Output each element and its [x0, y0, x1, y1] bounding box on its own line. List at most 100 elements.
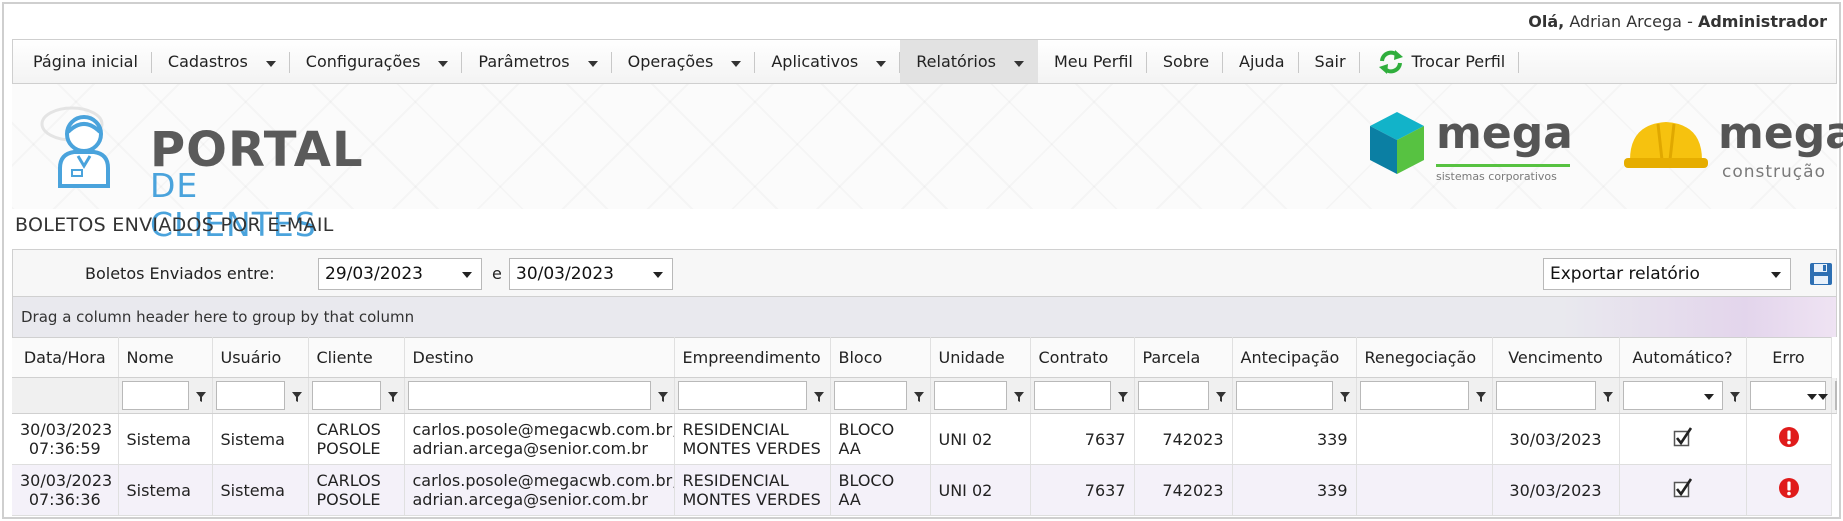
error-icon[interactable] [1778, 477, 1800, 499]
col-header-unidade[interactable]: Unidade [930, 337, 1031, 378]
menu-item-configuracoes[interactable]: Configurações [290, 40, 463, 83]
filter-input[interactable] [1033, 381, 1111, 410]
col-header-contrato[interactable]: Contrato [1030, 337, 1135, 378]
filter-icon[interactable] [1215, 392, 1226, 402]
filter-input[interactable] [1495, 381, 1596, 410]
filter-input[interactable] [1235, 381, 1333, 410]
col-header-datahora[interactable]: Data/Hora [12, 337, 119, 378]
filter-icon[interactable] [1339, 392, 1350, 402]
cell-renegociacao [1356, 464, 1493, 516]
boletos-grid: Data/Hora Nome Usuário Cliente Destino E… [12, 337, 1837, 516]
date-to-select[interactable]: 30/03/2023 [509, 258, 673, 290]
col-header-bloco[interactable]: Bloco [830, 337, 931, 378]
menu-item-ajuda[interactable]: Ajuda [1223, 40, 1299, 83]
mega-brand-name: mega [1718, 108, 1843, 159]
col-header-antecipacao[interactable]: Antecipação [1232, 337, 1357, 378]
filter-icon[interactable] [1475, 392, 1486, 402]
filter-icon[interactable] [1729, 392, 1740, 402]
date-from-select[interactable]: 29/03/2023 [318, 258, 482, 290]
mega-cube-icon [1370, 112, 1424, 174]
table-row[interactable]: 30/03/2023 07:36:59 Sistema Sistema CARLO… [12, 413, 1837, 465]
col-header-nome[interactable]: Nome [118, 337, 213, 378]
col-header-usuario[interactable]: Usuário [212, 337, 309, 378]
chevron-down-icon [731, 60, 742, 67]
filter-icon[interactable] [1013, 392, 1024, 402]
chevron-down-icon [1703, 394, 1714, 400]
col-header-empreendimento[interactable]: Empreendimento [674, 337, 831, 378]
filter-bar: Boletos Enviados entre: 29/03/2023 e 30/… [12, 249, 1837, 297]
cell-parcela: 742023 [1134, 413, 1233, 465]
cell-emp-line1: RESIDENCIAL [682, 420, 789, 439]
error-icon[interactable] [1778, 426, 1800, 448]
filter-date-select[interactable] [1622, 381, 1723, 410]
chevron-down-icon [265, 60, 276, 67]
menu-item-meu-perfil[interactable]: Meu Perfil [1038, 40, 1147, 83]
filter-input[interactable] [677, 381, 807, 410]
filter-icon[interactable] [1602, 392, 1613, 402]
table-row[interactable]: 30/03/2023 07:36:36 Sistema Sistema CARLO… [12, 464, 1837, 516]
menu-label: Parâmetros [478, 52, 570, 71]
cell-date: 30/03/2023 [20, 471, 113, 490]
filter-icon[interactable] [195, 392, 206, 402]
col-header-cliente[interactable]: Cliente [308, 337, 405, 378]
cell-cliente: CARLOS POSOLE [308, 413, 405, 465]
menu-item-operacoes[interactable]: Operações [612, 40, 756, 83]
filter-input[interactable] [933, 381, 1007, 410]
checkbox-checked-icon [1673, 427, 1692, 447]
filter-select[interactable] [1817, 380, 1837, 410]
date-range-label: Boletos Enviados entre: [85, 264, 275, 283]
cell-datahora: 30/03/2023 07:36:59 [12, 413, 119, 465]
menu-label: Operações [627, 52, 714, 71]
refresh-icon [1378, 49, 1403, 74]
menu-label: Aplicativos [771, 52, 859, 71]
cell-cliente-line2: POSOLE [316, 490, 381, 509]
cell-destino: carlos.posole@megacwb.com.br, adrian.arce… [404, 413, 675, 465]
menu-item-trocar-perfil[interactable]: Trocar Perfil [1360, 40, 1520, 83]
filter-input[interactable] [833, 381, 907, 410]
menu-item-sobre[interactable]: Sobre [1147, 40, 1224, 83]
col-header-destino[interactable]: Destino [404, 337, 675, 378]
menu-item-parametros[interactable]: Parâmetros [462, 40, 612, 83]
col-header-automatico[interactable]: Automático? [1619, 337, 1747, 378]
greeting-prefix: Olá, [1528, 12, 1565, 31]
menu-item-cadastros[interactable]: Cadastros [152, 40, 290, 83]
filter-select[interactable] [1749, 381, 1826, 410]
menu-item-sair[interactable]: Sair [1299, 40, 1360, 83]
col-header-erro[interactable]: Erro [1746, 337, 1832, 378]
cell-antecipacao: 339 [1232, 413, 1357, 465]
chevron-down-icon [653, 272, 663, 278]
filter-icon[interactable] [291, 392, 302, 402]
user-name: Adrian Arcega [1569, 12, 1682, 31]
filter-input[interactable] [215, 381, 285, 410]
cell-unidade: UNI 02 [930, 413, 1031, 465]
portal-clientes-logo: PORTAL DE CLIENTES [32, 102, 363, 244]
chevron-down-icon [462, 272, 472, 278]
filter-input[interactable] [407, 381, 651, 410]
col-header-vencimento[interactable]: Vencimento [1492, 337, 1620, 378]
filter-input[interactable] [1137, 381, 1209, 410]
filter-input[interactable] [121, 381, 189, 410]
col-header-renegociacao[interactable]: Renegociação [1356, 337, 1493, 378]
cell-datahora: 30/03/2023 07:36:36 [12, 464, 119, 516]
group-by-panel[interactable]: Drag a column header here to group by th… [12, 297, 1837, 337]
filter-icon[interactable] [387, 392, 398, 402]
cell-cliente: CARLOS POSOLE [308, 464, 405, 516]
portal-user-icon [40, 106, 110, 188]
filter-icon[interactable] [657, 392, 668, 402]
mega-underline [1436, 164, 1570, 167]
filter-icon[interactable] [1117, 392, 1128, 402]
cell-renegociacao [1356, 413, 1493, 465]
menu-item-pagina-inicial[interactable]: Página inicial [17, 40, 152, 83]
filter-input[interactable] [1359, 381, 1469, 410]
menu-item-aplicativos[interactable]: Aplicativos [755, 40, 901, 83]
save-icon[interactable] [1809, 262, 1833, 286]
export-report-select[interactable]: Exportar relatório [1543, 258, 1791, 290]
filter-icon[interactable] [813, 392, 824, 402]
header-row: Data/Hora Nome Usuário Cliente Destino E… [12, 337, 1837, 378]
cell-usuario: Sistema [212, 464, 309, 516]
menu-item-relatorios[interactable]: Relatórios [900, 40, 1038, 83]
mega-brand-name: mega [1436, 108, 1573, 159]
col-header-parcela[interactable]: Parcela [1134, 337, 1233, 378]
filter-icon[interactable] [913, 392, 924, 402]
filter-input[interactable] [311, 381, 381, 410]
